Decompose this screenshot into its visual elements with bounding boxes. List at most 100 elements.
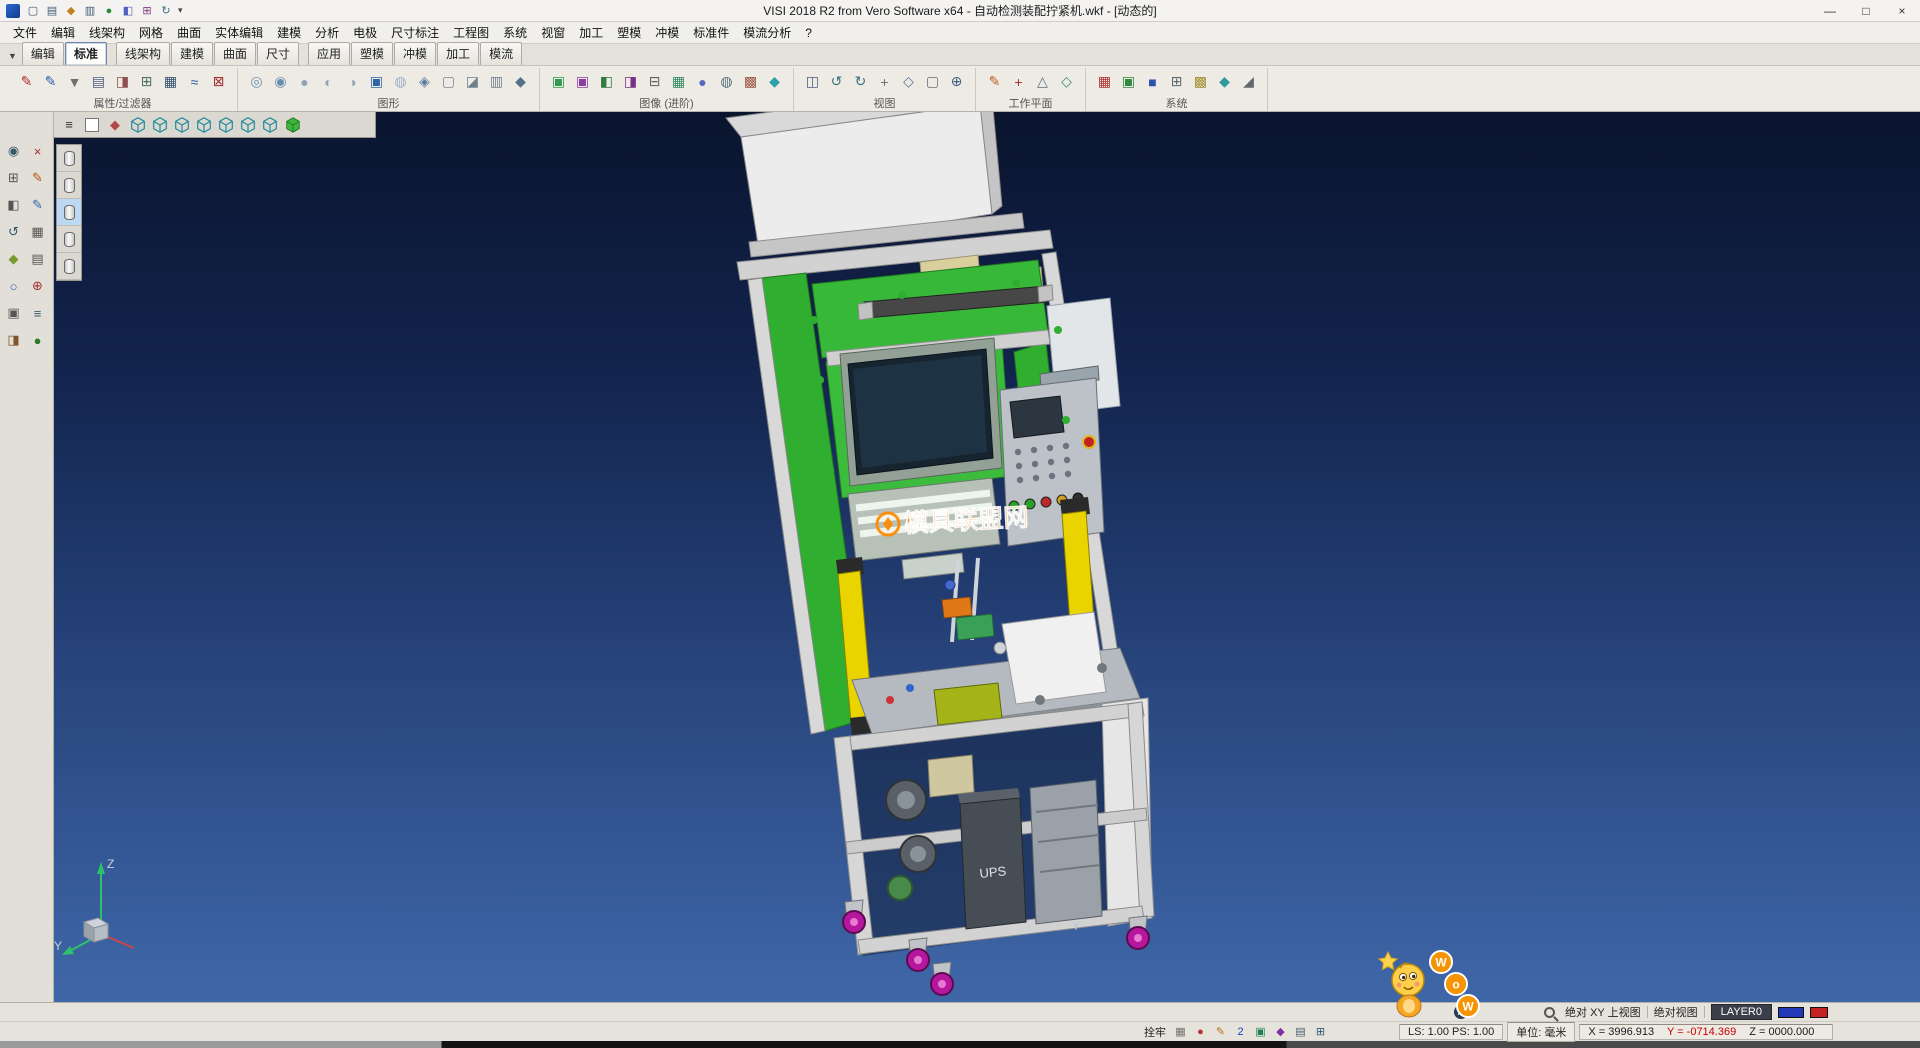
- menu-item[interactable]: 标准件: [686, 22, 736, 43]
- ribbon-tab[interactable]: 加工: [437, 42, 479, 65]
- ribbon-tab[interactable]: 尺寸: [257, 42, 299, 65]
- quick-access-icon[interactable]: ▥: [82, 3, 98, 19]
- ribbon-icon[interactable]: ▩: [740, 71, 761, 92]
- menu-item[interactable]: 塑模: [610, 22, 648, 43]
- ribbon-tab[interactable]: 曲面: [214, 42, 256, 65]
- left-toolbar-icon[interactable]: ○: [3, 275, 25, 297]
- ribbon-icon[interactable]: ◇: [1056, 71, 1077, 92]
- left-toolbar-icon[interactable]: ▦: [27, 221, 49, 243]
- ribbon-tab[interactable]: 塑模: [351, 42, 393, 65]
- left-toolbar-icon[interactable]: ⊕: [27, 275, 49, 297]
- cylinder-filter-button[interactable]: [57, 199, 81, 226]
- ribbon-icon[interactable]: ◎: [246, 71, 267, 92]
- cylinder-filter-button[interactable]: [57, 253, 81, 280]
- minimize-button[interactable]: —: [1812, 0, 1848, 21]
- ribbon-icon[interactable]: ▦: [160, 71, 181, 92]
- left-toolbar-icon[interactable]: ◆: [3, 248, 25, 270]
- ribbon-icon[interactable]: ▩: [1190, 71, 1211, 92]
- left-toolbar-icon[interactable]: ▤: [27, 248, 49, 270]
- ribbon-icon[interactable]: ◆: [510, 71, 531, 92]
- maximize-button[interactable]: □: [1848, 0, 1884, 21]
- left-toolbar-icon[interactable]: ◉: [3, 140, 25, 162]
- menu-item[interactable]: 曲面: [170, 22, 208, 43]
- menu-item[interactable]: 编辑: [44, 22, 82, 43]
- menu-item[interactable]: 线架构: [82, 22, 132, 43]
- menu-item[interactable]: ?: [798, 24, 819, 42]
- view-cube-icon[interactable]: [260, 115, 280, 135]
- line-color-swatch[interactable]: [1778, 1007, 1804, 1018]
- menu-item[interactable]: 模流分析: [736, 22, 798, 43]
- menu-item[interactable]: 网格: [132, 22, 170, 43]
- layer-selector[interactable]: LAYER0: [1711, 1004, 1772, 1020]
- left-toolbar-icon[interactable]: ⊞: [3, 167, 25, 189]
- menu-item[interactable]: 冲模: [648, 22, 686, 43]
- ribbon-icon[interactable]: ▣: [1118, 71, 1139, 92]
- status-icon[interactable]: ●: [1192, 1024, 1209, 1040]
- left-toolbar-icon[interactable]: ↺: [3, 221, 25, 243]
- ribbon-icon[interactable]: ✎: [984, 71, 1005, 92]
- view-cube-icon[interactable]: [238, 115, 258, 135]
- view-cube-icon[interactable]: [150, 115, 170, 135]
- ribbon-icon[interactable]: ●: [692, 71, 713, 92]
- ribbon-icon[interactable]: ≈: [184, 71, 205, 92]
- left-toolbar-icon[interactable]: ✎: [27, 194, 49, 216]
- ribbon-icon[interactable]: ◈: [414, 71, 435, 92]
- ribbon-icon[interactable]: ✎: [40, 71, 61, 92]
- menu-item[interactable]: 文件: [6, 22, 44, 43]
- view-mode-label[interactable]: 绝对 XY 上视图: [1565, 1004, 1641, 1020]
- status-icon[interactable]: ▦: [1172, 1024, 1189, 1040]
- view-marker-icon[interactable]: ◆: [105, 115, 125, 135]
- ribbon-icon[interactable]: ■: [1142, 71, 1163, 92]
- quick-access-caret-icon[interactable]: ▾: [174, 5, 187, 16]
- ribbon-icon[interactable]: ◧: [596, 71, 617, 92]
- ribbon-icon[interactable]: △: [1032, 71, 1053, 92]
- status-icon[interactable]: 2: [1232, 1024, 1249, 1040]
- ribbon-icon[interactable]: ⊟: [644, 71, 665, 92]
- status-icon[interactable]: ✎: [1212, 1024, 1229, 1040]
- quick-access-icon[interactable]: ⊞: [139, 3, 155, 19]
- menu-item[interactable]: 加工: [572, 22, 610, 43]
- status-icon[interactable]: ▤: [1292, 1024, 1309, 1040]
- ribbon-icon[interactable]: ◐: [318, 71, 339, 92]
- menu-item[interactable]: 系统: [496, 22, 534, 43]
- search-icon[interactable]: [1544, 1007, 1555, 1018]
- quick-access-icon[interactable]: ◧: [120, 3, 136, 19]
- ribbon-icon[interactable]: ⊕: [946, 71, 967, 92]
- ribbon-icon[interactable]: ⊠: [208, 71, 229, 92]
- left-toolbar-icon[interactable]: ◧: [3, 194, 25, 216]
- status-icon[interactable]: ◆: [1272, 1024, 1289, 1040]
- ribbon-icon[interactable]: ◫: [802, 71, 823, 92]
- ribbon-icon[interactable]: ●: [294, 71, 315, 92]
- status-icon[interactable]: ⊞: [1312, 1024, 1329, 1040]
- close-button[interactable]: ×: [1884, 0, 1920, 21]
- ribbon-tab[interactable]: 编辑: [22, 42, 64, 65]
- ribbon-icon[interactable]: ↺: [826, 71, 847, 92]
- status-icon[interactable]: ▣: [1252, 1024, 1269, 1040]
- ribbon-tab[interactable]: 线架构: [116, 42, 170, 65]
- ribbon-icon[interactable]: ▢: [922, 71, 943, 92]
- ribbon-icon[interactable]: ▦: [1094, 71, 1115, 92]
- view-cube-icon[interactable]: [172, 115, 192, 135]
- ribbon-icon[interactable]: ▣: [572, 71, 593, 92]
- ribbon-icon[interactable]: ◇: [898, 71, 919, 92]
- menu-item[interactable]: 分析: [308, 22, 346, 43]
- left-toolbar-icon[interactable]: ✎: [27, 167, 49, 189]
- ribbon-tab[interactable]: 模流: [480, 42, 522, 65]
- ribbon-tab[interactable]: 建模: [171, 42, 213, 65]
- ribbon-icon[interactable]: ↻: [850, 71, 871, 92]
- quick-access-icon[interactable]: ▢: [25, 3, 41, 19]
- ribbon-icon[interactable]: +: [1008, 71, 1029, 92]
- cylinder-filter-button[interactable]: [57, 172, 81, 199]
- menu-item[interactable]: 尺寸标注: [384, 22, 446, 43]
- tab-overflow-dropdown-icon[interactable]: ▼: [4, 51, 22, 65]
- ribbon-icon[interactable]: ⊞: [1166, 71, 1187, 92]
- quick-access-icon[interactable]: ◆: [63, 3, 79, 19]
- ribbon-icon[interactable]: ▤: [88, 71, 109, 92]
- ribbon-icon[interactable]: ◍: [390, 71, 411, 92]
- viewport-menu-icon[interactable]: ≡: [59, 115, 79, 135]
- view-cube-icon[interactable]: [216, 115, 236, 135]
- snap-lock-toggle[interactable]: 拴牢: [1138, 1024, 1172, 1040]
- ribbon-icon[interactable]: ◢: [1238, 71, 1259, 92]
- ribbon-icon[interactable]: ▦: [668, 71, 689, 92]
- menu-item[interactable]: 工程图: [446, 22, 496, 43]
